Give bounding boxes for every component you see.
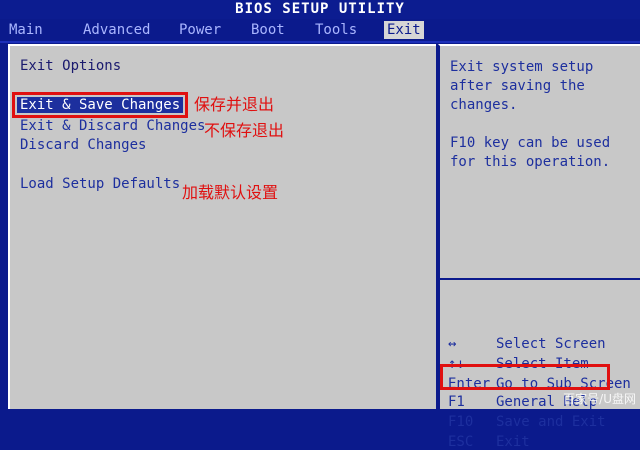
section-title: Exit Options xyxy=(20,58,122,74)
legend-key: ESC xyxy=(448,434,474,450)
help-f10-note: F10 key can be used for this operation. xyxy=(450,135,611,170)
option-exit-discard[interactable]: Exit & Discard Changes xyxy=(20,118,205,134)
menu-exit[interactable]: Exit xyxy=(384,21,424,39)
legend-row: ↔ Select Screen xyxy=(448,336,606,352)
menu-advanced[interactable]: Advanced xyxy=(80,21,153,39)
menu-boot[interactable]: Boot xyxy=(248,21,288,39)
option-load-defaults[interactable]: Load Setup Defaults xyxy=(20,176,180,192)
annotation-save-exit: 保存并退出 xyxy=(194,95,275,114)
annotation-discard-exit: 不保存退出 xyxy=(204,121,285,140)
help-panel: Exit system setup after saving the chang… xyxy=(438,44,640,450)
legend-row-f10: F10 Save and Exit xyxy=(448,414,606,430)
arrow-left-right-icon: ↔ xyxy=(448,336,457,352)
option-discard-changes[interactable]: Discard Changes xyxy=(20,137,146,153)
menu-main[interactable]: Main xyxy=(6,21,46,39)
exit-options-panel: Exit Options Exit & Save Changes Exit & … xyxy=(8,44,436,409)
legend-action: Save and Exit xyxy=(496,414,606,430)
highlight-box-f10 xyxy=(440,364,610,390)
legend-row: ESC Exit xyxy=(448,434,530,450)
legend-action: Exit xyxy=(496,434,530,450)
menu-power[interactable]: Power xyxy=(176,21,224,39)
annotation-load-defaults: 加载默认设置 xyxy=(182,183,279,202)
help-description: Exit system setup after saving the chang… xyxy=(450,59,594,113)
legend-key: F1 xyxy=(448,394,465,410)
legend-key: F10 xyxy=(448,414,474,430)
menu-bar: Main Advanced Power Boot Tools Exit xyxy=(0,19,640,43)
help-divider xyxy=(438,278,640,280)
help-text: Exit system setup after saving the chang… xyxy=(450,58,640,191)
bios-title: BIOS SETUP UTILITY xyxy=(0,0,640,19)
highlight-box-save xyxy=(12,92,188,118)
watermark: 百家号/U盘网 xyxy=(563,392,636,406)
menu-tools[interactable]: Tools xyxy=(312,21,360,39)
legend-action: Select Screen xyxy=(496,336,606,352)
